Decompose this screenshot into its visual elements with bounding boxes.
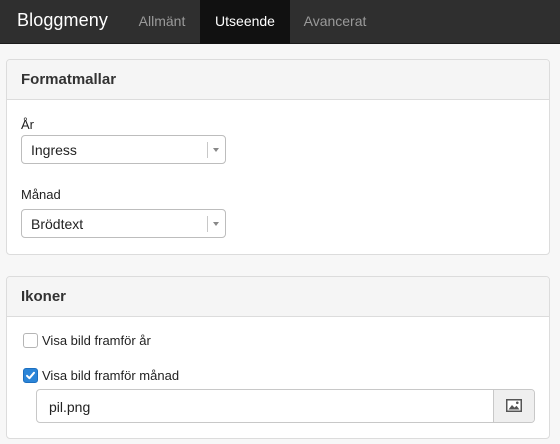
show-image-year-checkbox[interactable] — [23, 333, 38, 348]
checkmark-icon — [26, 371, 35, 380]
year-label: År — [21, 117, 34, 132]
month-select-value: Brödtext — [31, 216, 84, 232]
ikoner-heading: Ikoner — [7, 277, 549, 317]
image-file-field[interactable]: pil.png — [36, 389, 535, 423]
top-navbar: Bloggmeny Allmänt Utseende Avancerat — [0, 0, 560, 44]
tab-utseende[interactable]: Utseende — [200, 0, 290, 44]
show-image-month-checkbox[interactable] — [23, 368, 38, 383]
year-select-value: Ingress — [31, 142, 77, 158]
brand-title: Bloggmeny — [17, 10, 108, 30]
image-file-value: pil.png — [49, 399, 91, 415]
chevron-down-icon — [213, 148, 219, 152]
year-select[interactable]: Ingress — [21, 135, 226, 164]
tab-avancerat[interactable]: Avancerat — [290, 0, 380, 44]
formatmallar-panel: Formatmallar År Ingress Månad Brödtext — [6, 59, 550, 255]
select-divider — [207, 216, 208, 232]
formatmallar-heading: Formatmallar — [7, 60, 549, 100]
show-image-month-label: Visa bild framför månad — [42, 368, 180, 383]
month-select[interactable]: Brödtext — [21, 209, 226, 238]
show-image-year-label: Visa bild framför år — [42, 333, 151, 348]
tab-allmant[interactable]: Allmänt — [124, 0, 200, 44]
month-label: Månad — [21, 187, 61, 202]
image-icon — [506, 399, 522, 412]
ikoner-panel: Ikoner Visa bild framför år Visa bild fr… — [6, 276, 550, 439]
chevron-down-icon — [213, 222, 219, 226]
select-divider — [207, 142, 208, 158]
choose-image-button[interactable] — [493, 390, 534, 422]
